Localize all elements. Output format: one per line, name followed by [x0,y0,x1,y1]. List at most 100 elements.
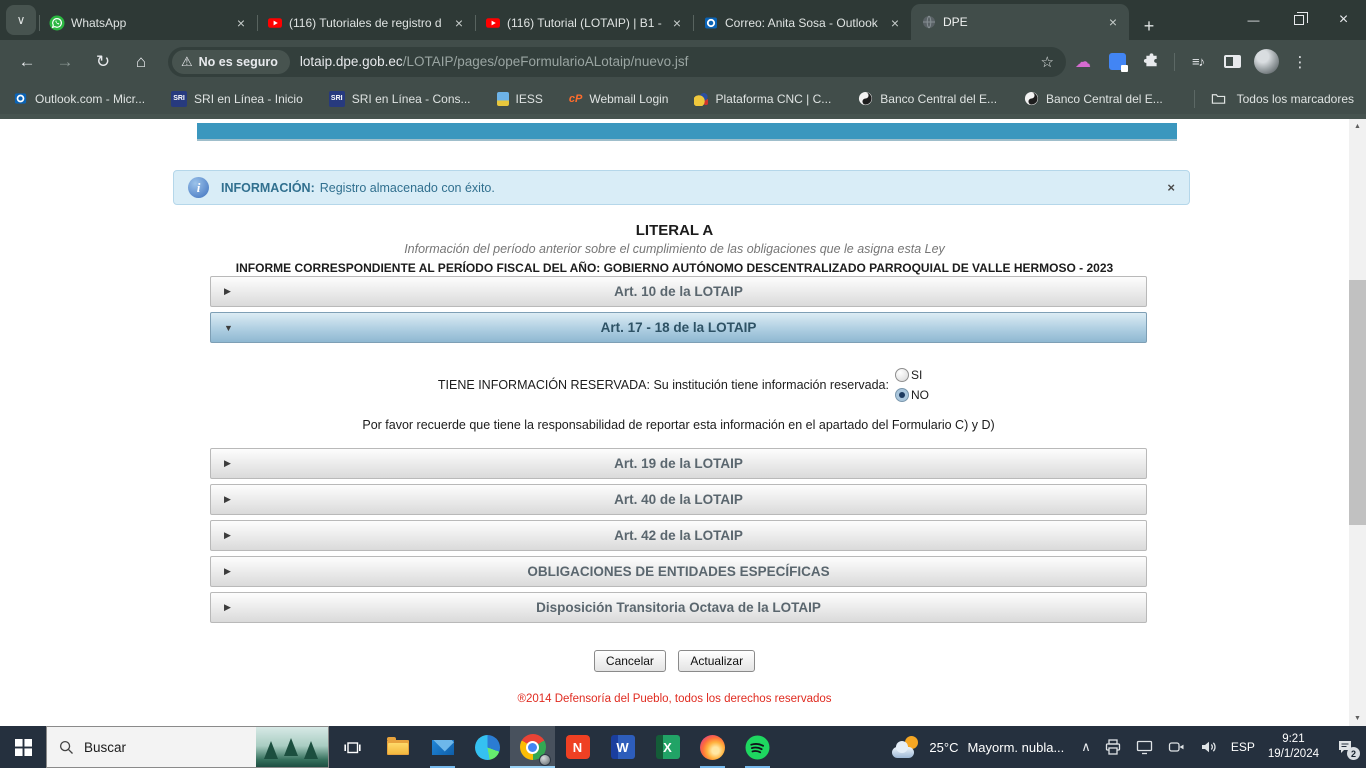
accordion-art17-18[interactable]: ▼ Art. 17 - 18 de la LOTAIP [210,312,1147,343]
info-banner-message: Registro almacenado con éxito. [320,181,495,195]
taskbar-word[interactable]: W [600,726,645,768]
network-tray-button[interactable] [1135,738,1154,756]
taskbar-mail[interactable] [420,726,465,768]
tab-whatsapp[interactable]: WhatsApp × [39,6,257,40]
reserved-info-radio-group: SI NO [895,368,929,402]
taskbar-search-input[interactable]: Buscar [46,726,329,768]
tab-youtube-2[interactable]: (116) Tutorial (LOTAIP) | B1 - × [475,6,693,40]
notification-badge: 2 [1347,747,1360,760]
accordion-obligaciones[interactable]: ▶ OBLIGACIONES DE ENTIDADES ESPECÍFICAS [210,556,1147,587]
tab-search-button[interactable]: ∨ [6,5,36,35]
tab-outlook[interactable]: Correo: Anita Sosa - Outlook × [693,6,911,40]
new-tab-button[interactable]: + [1135,12,1163,40]
accordion-art17-18-body: TIENE INFORMACIÓN RESERVADA: Su instituc… [210,348,1147,448]
printer-tray-button[interactable] [1104,738,1122,756]
accordion-art40[interactable]: ▶ Art. 40 de la LOTAIP [210,484,1147,515]
taskbar-nitro-pdf[interactable]: N [555,726,600,768]
reload-button[interactable]: ↻ [87,46,119,78]
browser-menu-button[interactable]: ⋮ [1285,47,1315,77]
security-chip[interactable]: ⚠ No es seguro [172,50,290,74]
home-button[interactable]: ⌂ [125,46,157,78]
side-panel-icon [1224,55,1241,68]
scroll-down-icon[interactable]: ▼ [1349,711,1366,726]
scrollbar-thumb[interactable] [1349,280,1366,525]
close-window-button[interactable]: × [1321,0,1366,40]
restore-button[interactable] [1276,0,1321,40]
file-explorer-icon [387,740,409,755]
accordion-art10[interactable]: ▶ Art. 10 de la LOTAIP [210,276,1147,307]
page-content: i INFORMACIÓN: Registro almacenado con é… [0,119,1349,726]
taskbar-spotify[interactable] [735,726,780,768]
folder-icon [1211,91,1227,107]
info-banner-label: INFORMACIÓN: [221,181,315,195]
vertical-scrollbar[interactable]: ▲ ▼ [1349,119,1366,726]
radio-option-si[interactable]: SI [895,368,929,382]
bookmark-sri-consultas[interactable]: SRI SRI en Línea - Cons... [329,91,471,107]
radio-unchecked-icon[interactable] [895,368,909,382]
back-button[interactable]: ← [11,46,43,78]
tray-expand-button[interactable]: ∧ [1081,739,1091,755]
banner-close-icon[interactable]: × [1167,180,1175,195]
extension-cloud[interactable]: ☁ [1068,47,1098,77]
taskbar-firefox[interactable] [690,726,735,768]
bookmark-star-icon[interactable]: ☆ [1035,53,1060,71]
taskbar-file-explorer[interactable] [375,726,420,768]
volume-icon [1199,738,1218,756]
radio-option-no[interactable]: NO [895,388,929,402]
volume-tray-button[interactable] [1199,738,1218,756]
all-bookmarks[interactable]: Todos los marcadores [1194,90,1354,108]
scroll-up-icon[interactable]: ▲ [1349,119,1366,134]
tab-dpe-active[interactable]: DPE × [911,4,1129,40]
screen: ∨ WhatsApp × (116) Tutoriales de registr… [0,0,1366,768]
tree-art [304,741,318,759]
bookmark-banco-central-1[interactable]: Banco Central del E... [857,91,997,107]
side-panel-button[interactable] [1217,47,1247,77]
meet-now-tray-button[interactable] [1167,738,1186,756]
translate-icon [1109,53,1126,70]
network-icon [1135,738,1154,756]
accordion-art19[interactable]: ▶ Art. 19 de la LOTAIP [210,448,1147,479]
bookmark-sri-inicio[interactable]: SRI SRI en Línea - Inicio [171,91,303,107]
accordion-art42[interactable]: ▶ Art. 42 de la LOTAIP [210,520,1147,551]
profile-button[interactable] [1251,47,1281,77]
notification-center-button[interactable]: 2 [1332,734,1358,760]
taskbar-edge[interactable] [465,726,510,768]
bookmark-cnc[interactable]: Plataforma CNC | C... [694,92,831,106]
page-subtitle: Información del período anterior sobre e… [0,242,1349,256]
language-indicator[interactable]: ESP [1231,740,1255,754]
close-icon[interactable]: × [233,15,249,31]
avatar [1254,49,1279,74]
edge-icon [475,735,500,760]
update-button[interactable]: Actualizar [678,650,755,672]
bookmark-outlook[interactable]: Outlook.com - Micr... [12,91,145,107]
cancel-button[interactable]: Cancelar [594,650,666,672]
forward-button[interactable]: → [49,46,81,78]
close-icon[interactable]: × [1105,14,1121,30]
close-icon[interactable]: × [887,15,903,31]
extensions-button[interactable] [1136,47,1166,77]
bookmark-banco-central-2[interactable]: Banco Central del E... [1023,91,1163,107]
page-footer: ®2014 Defensoría del Pueblo, todos los d… [0,693,1349,705]
media-playlist-button[interactable]: ≡♪ [1183,47,1213,77]
task-view-button[interactable] [329,726,375,768]
extension-translate[interactable] [1102,47,1132,77]
clock[interactable]: 9:21 19/1/2024 [1268,732,1319,762]
sri-icon: SRI [329,91,345,107]
minimize-button[interactable]: — [1231,0,1276,40]
bookmark-iess[interactable]: IESS [497,92,543,106]
bookmark-webmail[interactable]: cP Webmail Login [569,92,669,106]
accordion-disposicion-transitoria[interactable]: ▶ Disposición Transitoria Octava de la L… [210,592,1147,623]
taskbar-excel[interactable]: X [645,726,690,768]
taskbar-chrome[interactable] [510,726,555,768]
weather-widget[interactable]: 25°C Mayorm. nubla... [892,736,1064,758]
close-icon[interactable]: × [451,15,467,31]
close-icon[interactable]: × [669,15,685,31]
separator [1194,90,1195,108]
bookmark-label: Banco Central del E... [880,92,997,106]
tab-youtube-1[interactable]: (116) Tutoriales de registro d × [257,6,475,40]
warning-icon: ⚠ [181,54,193,70]
radio-checked-icon[interactable] [895,388,909,402]
start-button[interactable] [0,726,46,768]
weather-temp: 25°C [929,740,958,755]
address-bar[interactable]: ⚠ No es seguro lotaip.dpe.gob.ec/LOTAIP/… [168,47,1066,77]
